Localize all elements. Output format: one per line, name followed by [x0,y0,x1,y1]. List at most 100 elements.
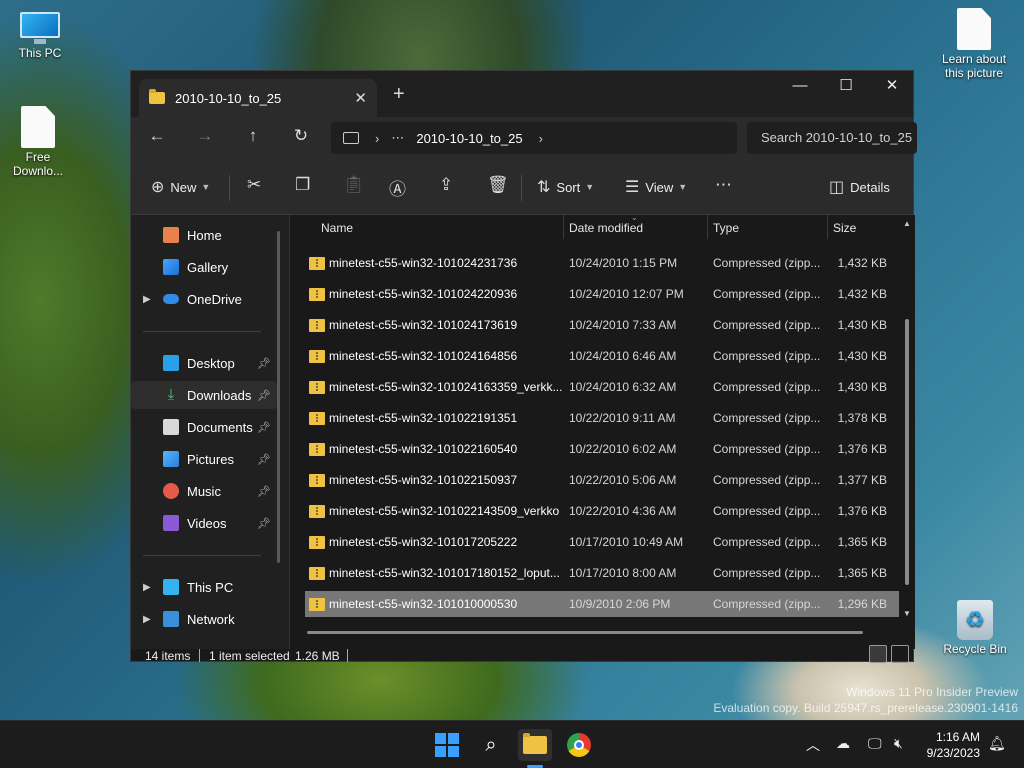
sidebar-item-documents[interactable]: Documents 📌︎ [131,413,277,441]
file-row[interactable]: minetest-c55-win32-101024231736 10/24/201… [305,250,899,276]
tiles-view-icon[interactable] [891,645,909,663]
sidebar-item-label: Pictures [187,451,234,467]
chevron-right-icon[interactable]: ▶ [143,294,151,305]
column-header-type[interactable]: Type [707,215,827,241]
share-icon[interactable]: ⇪ [439,175,453,195]
scroll-down-icon[interactable]: ▼ [903,609,911,618]
documents-icon [163,419,179,435]
file-type: Compressed (zipp... [713,411,821,425]
refresh-icon[interactable]: ↻ [289,126,313,146]
sidebar-item-home[interactable]: Home [131,221,277,249]
sidebar-item-downloads[interactable]: ⤓ Downloads 📌︎ [131,381,277,409]
desktop-icon-free-download[interactable]: Free Downlo... [0,106,76,178]
search-icon[interactable]: ⌕ [474,729,508,761]
desktop-icon-learn-picture[interactable]: Learn about this picture [936,8,1012,80]
chevron-right-icon[interactable]: ▶ [143,614,151,625]
file-row[interactable]: minetest-c55-win32-101022160540 10/22/201… [305,436,899,462]
file-row[interactable]: minetest-c55-win32-101024173619 10/24/201… [305,312,899,338]
file-date-modified: 10/22/2010 9:11 AM [569,411,676,425]
desktop-icon-label: Learn about this picture [941,52,1007,80]
onedrive-cloud-icon[interactable]: ☁ [836,735,850,752]
ellipsis-icon[interactable]: ⋯ [391,130,404,146]
file-name: minetest-c55-win32-101024231736 [329,256,518,270]
vertical-scrollbar[interactable] [905,319,909,585]
sidebar-item-network[interactable]: ▶ Network [131,605,277,633]
more-options-icon[interactable]: ⋯ [715,175,732,195]
new-button[interactable]: ⊕ New ▼ [151,177,210,197]
delete-icon[interactable]: 🗑︎ [487,175,509,195]
view-button[interactable]: ☰ View ▼ [625,177,687,197]
file-explorer-taskbar-button[interactable] [518,729,552,761]
zip-folder-icon [309,567,325,580]
file-type: Compressed (zipp... [713,349,821,363]
forward-arrow-icon[interactable]: → [193,126,217,146]
sidebar-item-music[interactable]: Music 📌︎ [131,477,277,505]
command-bar: ⊕ New ▼ ✂ ❐ 📋︎ Ⓐ ⇪ 🗑︎ ⇅ Sort ▼ ☰ View ▼ … [131,159,913,215]
file-row[interactable]: minetest-c55-win32-101024163359_verkk...… [305,374,899,400]
back-arrow-icon[interactable]: ← [145,126,169,146]
sidebar-item-pictures[interactable]: Pictures 📌︎ [131,445,277,473]
details-button[interactable]: ◫ Details [829,177,890,197]
file-row[interactable]: minetest-c55-win32-101022143509_verkko 10… [305,498,899,524]
file-row[interactable]: minetest-c55-win32-101022150937 10/22/201… [305,467,899,493]
scroll-up-icon[interactable]: ▲ [903,219,911,228]
file-row[interactable]: minetest-c55-win32-101024220936 10/24/201… [305,281,899,307]
videos-icon [163,515,179,531]
sidebar-item-label: Gallery [187,259,229,275]
sort-button[interactable]: ⇅ Sort ▼ [537,177,594,197]
search-input[interactable]: Search 2010-10-10_to_25 [747,122,917,154]
sidebar-item-desktop[interactable]: Desktop 📌︎ [131,349,277,377]
file-type: Compressed (zipp... [713,566,821,580]
pictures-icon [163,451,179,467]
chevron-down-icon: ▼ [201,182,211,192]
chevron-right-icon[interactable]: › [539,131,543,146]
file-row[interactable]: minetest-c55-win32-101022191351 10/22/201… [305,405,899,431]
new-tab-icon[interactable]: + [393,83,405,106]
start-button[interactable] [430,729,464,761]
cut-icon[interactable]: ✂ [247,175,261,195]
file-name: minetest-c55-win32-101022191351 [329,411,518,425]
column-header-name[interactable]: Name [315,215,563,241]
show-hidden-icons-icon[interactable]: ︿ [806,735,820,755]
sidebar-item-onedrive[interactable]: ▶ OneDrive [131,285,277,313]
tab-current-folder[interactable]: 2010-10-10_to_25 ✕ [139,79,377,117]
system-clock[interactable]: 1:16 AM 9/23/2023 [927,729,980,761]
file-row[interactable]: minetest-c55-win32-101024164856 10/24/201… [305,343,899,369]
file-type: Compressed (zipp... [713,504,821,518]
file-row[interactable]: minetest-c55-win32-101017205222 10/17/201… [305,529,899,555]
details-view-icon[interactable] [869,645,887,663]
sidebar-item-gallery[interactable]: Gallery [131,253,277,281]
sidebar-item-videos[interactable]: Videos 📌︎ [131,509,277,537]
file-date-modified: 10/17/2010 10:49 AM [569,535,684,549]
file-size: 1,378 KB [837,411,887,425]
address-bar[interactable]: › ⋯ 2010-10-10_to_25 › [331,122,737,154]
up-arrow-icon[interactable]: ↑ [241,126,265,146]
rename-icon[interactable]: Ⓐ [389,175,406,200]
file-row[interactable]: minetest-c55-win32-101010000530 10/9/2010… [305,591,899,617]
sidebar-item-this-pc[interactable]: ▶ This PC [131,573,277,601]
desktop-icon-recycle-bin[interactable]: ♻ Recycle Bin [937,600,1013,656]
volume-muted-icon[interactable]: 🔇︎ [894,735,903,752]
minimize-icon[interactable]: — [777,71,823,103]
breadcrumb-current[interactable]: 2010-10-10_to_25 [416,131,522,146]
paste-icon[interactable]: 📋︎ [343,175,365,195]
close-tab-icon[interactable]: ✕ [354,89,367,107]
chevron-right-icon[interactable]: ▶ [143,582,151,593]
notification-bell-icon[interactable]: 🔔︎ [988,735,1006,752]
navigation-scrollbar[interactable] [277,231,280,563]
horizontal-scrollbar[interactable] [307,631,863,634]
zip-folder-icon [309,381,325,394]
copy-icon[interactable]: ❐ [295,175,310,195]
close-window-icon[interactable]: ✕ [869,71,915,103]
pane-splitter[interactable] [289,215,290,649]
file-name: minetest-c55-win32-101024173619 [329,318,518,332]
network-status-icon[interactable]: 🖵︎ [868,735,882,752]
chrome-taskbar-button[interactable] [562,729,596,761]
desktop-icon-label: This PC [18,46,62,60]
column-header-size[interactable]: Size [827,215,897,241]
maximize-icon[interactable]: ☐ [823,71,869,103]
sidebar-item-label: Videos [187,515,227,531]
desktop-icon-this-pc[interactable]: This PC [2,12,78,60]
folder-icon [149,89,165,104]
file-row[interactable]: minetest-c55-win32-101017180152_loput...… [305,560,899,586]
